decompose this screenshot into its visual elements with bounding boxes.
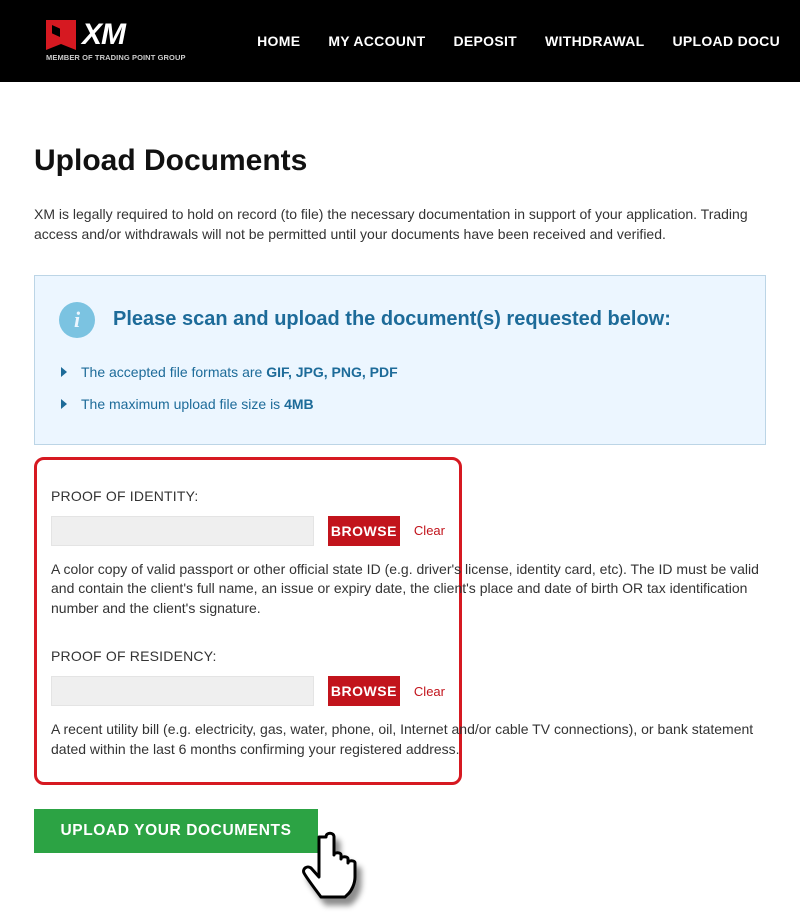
logo-text: XM bbox=[82, 20, 125, 50]
info-icon: i bbox=[59, 302, 95, 338]
nav-upload-documents[interactable]: UPLOAD DOCU bbox=[672, 33, 780, 49]
logo-tagline: MEMBER OF TRADING POINT GROUP bbox=[46, 53, 186, 62]
chevron-right-icon bbox=[61, 367, 67, 377]
logo-icon bbox=[46, 20, 76, 50]
callout-list: The accepted file formats are GIF, JPG, … bbox=[59, 356, 741, 420]
nav-home[interactable]: HOME bbox=[257, 33, 300, 49]
cursor-hand-icon bbox=[290, 825, 380, 921]
nav-deposit[interactable]: DEPOSIT bbox=[453, 33, 517, 49]
callout-item-text: The maximum upload file size is bbox=[81, 396, 284, 412]
browse-button[interactable]: BROWSE bbox=[328, 676, 400, 706]
submit-wrap: UPLOAD YOUR DOCUMENTS bbox=[34, 809, 318, 853]
page-intro: XM is legally required to hold on record… bbox=[34, 204, 766, 245]
site-header: XM MEMBER OF TRADING POINT GROUP HOME MY… bbox=[0, 0, 800, 82]
field-label: PROOF OF IDENTITY: bbox=[51, 488, 445, 504]
callout-item-bold: GIF, JPG, PNG, PDF bbox=[266, 364, 397, 380]
file-input-residency[interactable] bbox=[51, 676, 314, 706]
clear-link[interactable]: Clear bbox=[414, 523, 445, 538]
main-nav: HOME MY ACCOUNT DEPOSIT WITHDRAWAL UPLOA… bbox=[257, 33, 780, 49]
logo[interactable]: XM MEMBER OF TRADING POINT GROUP bbox=[46, 20, 186, 62]
page-title: Upload Documents bbox=[34, 144, 766, 178]
field-proof-of-identity: PROOF OF IDENTITY: BROWSE Clear A color … bbox=[51, 488, 445, 619]
callout-title: Please scan and upload the document(s) r… bbox=[113, 308, 671, 331]
list-item: The accepted file formats are GIF, JPG, … bbox=[61, 356, 741, 388]
field-description: A recent utility bill (e.g. electricity,… bbox=[51, 720, 761, 759]
browse-button[interactable]: BROWSE bbox=[328, 516, 400, 546]
field-proof-of-residency: PROOF OF RESIDENCY: BROWSE Clear A recen… bbox=[51, 648, 445, 759]
field-description: A color copy of valid passport or other … bbox=[51, 560, 761, 619]
field-label: PROOF OF RESIDENCY: bbox=[51, 648, 445, 664]
chevron-right-icon bbox=[61, 399, 67, 409]
info-callout: i Please scan and upload the document(s)… bbox=[34, 275, 766, 445]
list-item: The maximum upload file size is 4MB bbox=[61, 388, 741, 420]
nav-my-account[interactable]: MY ACCOUNT bbox=[328, 33, 425, 49]
upload-form-highlight: PROOF OF IDENTITY: BROWSE Clear A color … bbox=[34, 457, 462, 785]
callout-item-text: The accepted file formats are bbox=[81, 364, 266, 380]
clear-link[interactable]: Clear bbox=[414, 684, 445, 699]
nav-withdrawal[interactable]: WITHDRAWAL bbox=[545, 33, 644, 49]
callout-item-bold: 4MB bbox=[284, 396, 314, 412]
upload-documents-button[interactable]: UPLOAD YOUR DOCUMENTS bbox=[34, 809, 318, 853]
main-content: Upload Documents XM is legally required … bbox=[0, 82, 800, 853]
file-input-identity[interactable] bbox=[51, 516, 314, 546]
